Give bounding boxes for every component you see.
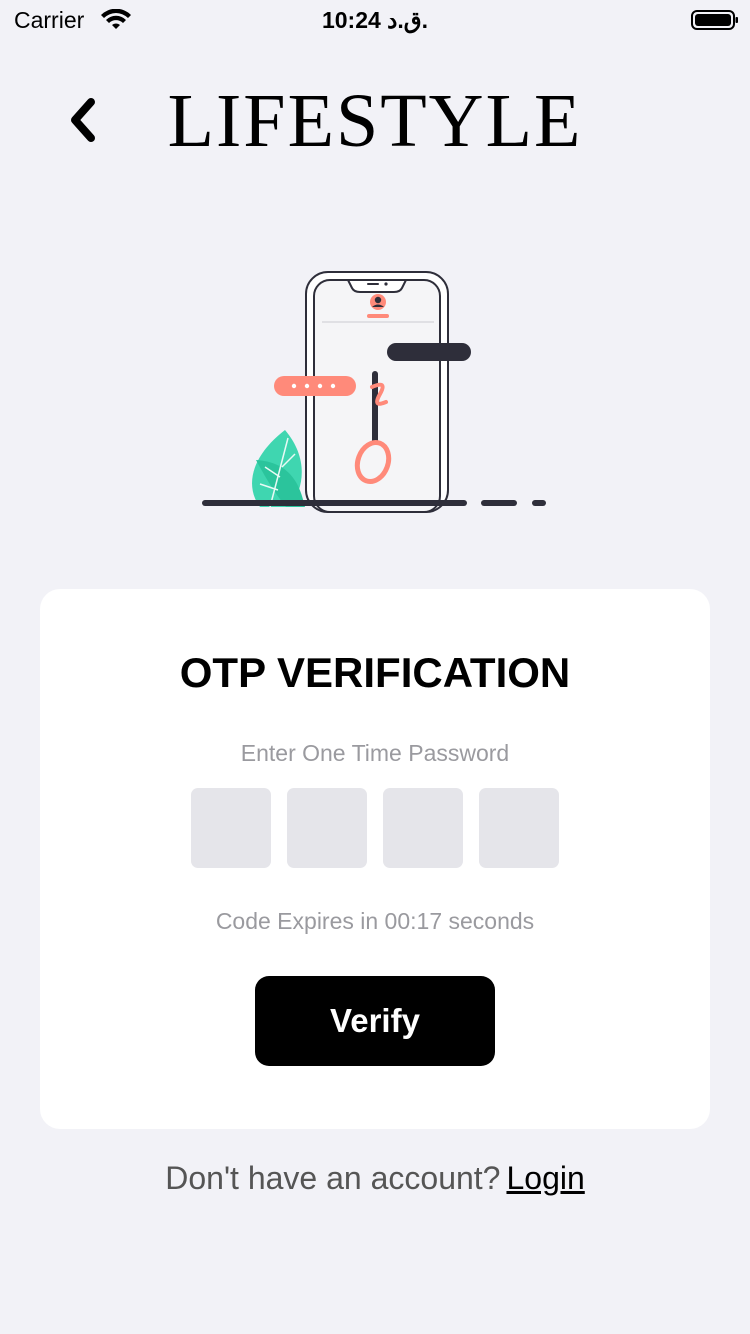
otp-digit-3[interactable] <box>383 788 463 868</box>
code-expiry-text: Code Expires in 00:17 seconds <box>215 908 535 934</box>
signup-prompt: Don't have an account? <box>165 1160 501 1196</box>
verify-button[interactable]: Verify <box>255 976 495 1066</box>
otp-card: OTP VERIFICATION Enter One Time Password… <box>40 589 710 1129</box>
otp-digit-2[interactable] <box>287 788 367 868</box>
otp-input-row <box>191 788 559 868</box>
otp-digit-4[interactable] <box>479 788 559 868</box>
otp-digit-1[interactable] <box>191 788 271 868</box>
otp-subtitle: Enter One Time Password <box>240 740 510 766</box>
battery-icon <box>691 10 738 30</box>
otp-title: OTP VERIFICATION <box>179 649 571 696</box>
status-time: 10:24 ق.د. <box>321 7 429 33</box>
leaf-icon <box>252 430 305 508</box>
footer: Don't have an account? Login <box>0 1160 750 1197</box>
brand-title: LIFESTYLE <box>167 79 583 163</box>
phone-otp-illustration <box>202 271 546 513</box>
login-link[interactable]: Login <box>506 1160 584 1196</box>
status-bar: Carrier 10:24 ق.د. <box>0 0 750 40</box>
